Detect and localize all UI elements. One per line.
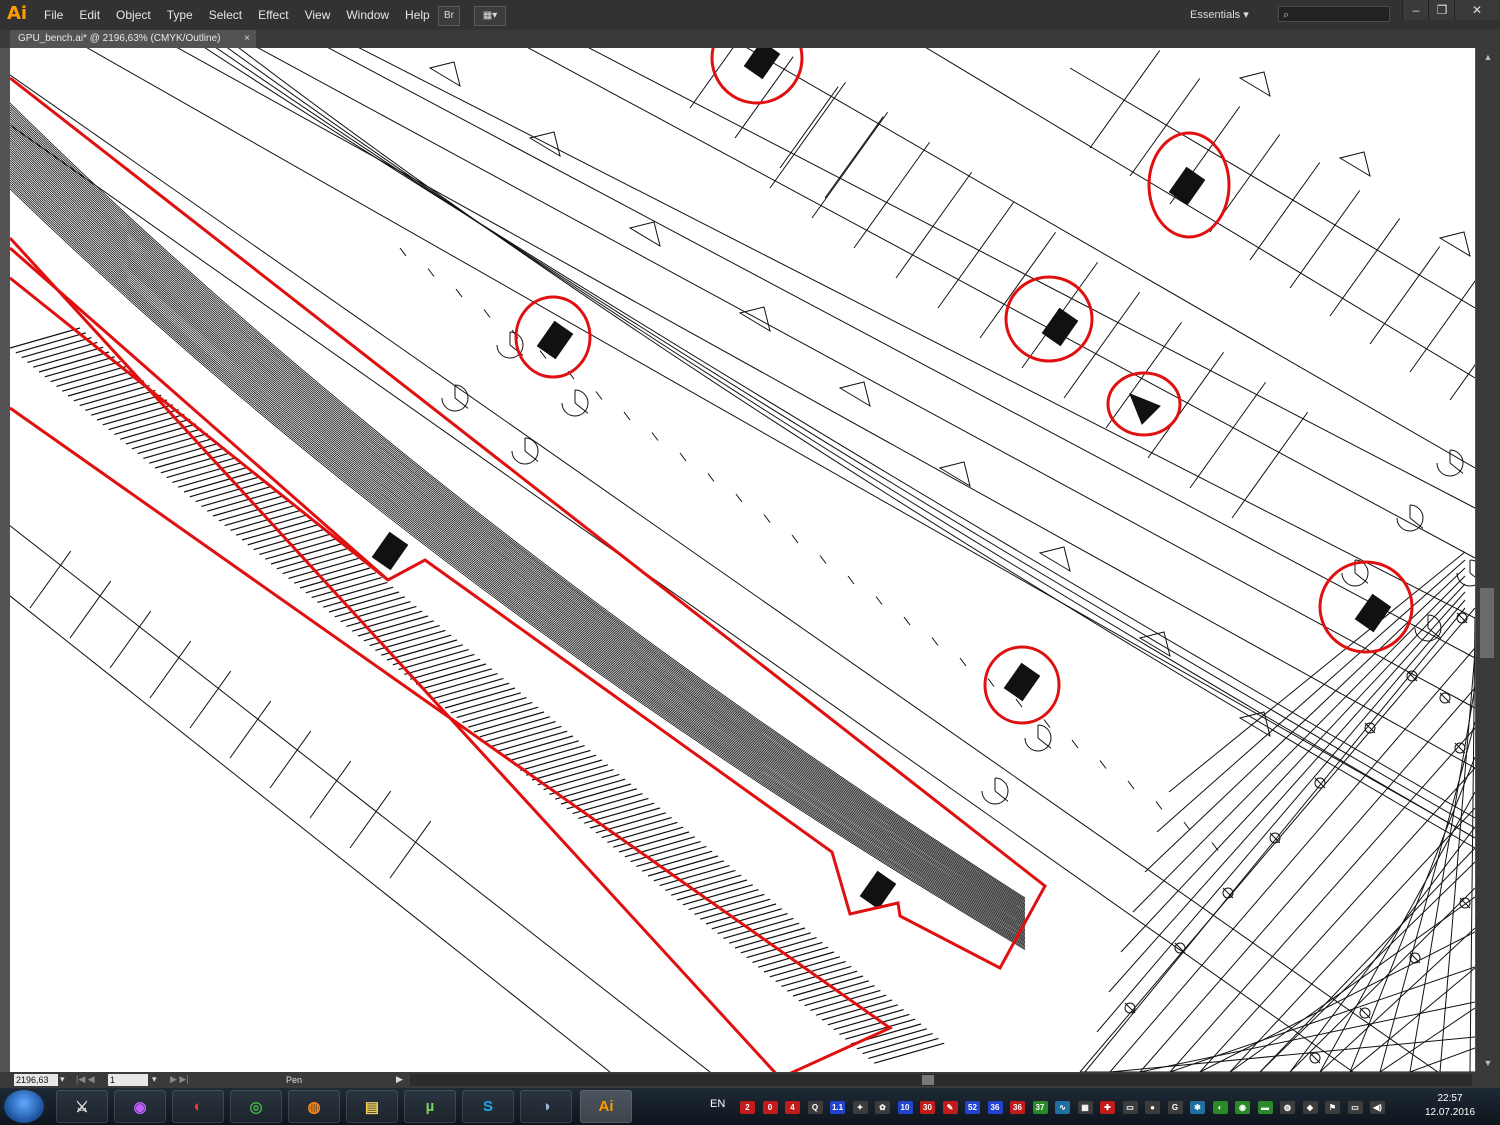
tray-icon[interactable]: 10 <box>897 1101 913 1114</box>
search-input[interactable]: ⌕ <box>1278 6 1390 22</box>
scroll-down-icon[interactable]: ▼ <box>1476 1056 1500 1070</box>
next-artboard-icon[interactable]: ▶ ▶| <box>170 1074 189 1085</box>
horizontal-scroll-thumb[interactable] <box>922 1075 934 1085</box>
start-button[interactable] <box>4 1090 44 1123</box>
menu-view[interactable]: View <box>297 0 339 30</box>
illustrator-icon[interactable]: Ai <box>580 1090 632 1123</box>
tray-icon[interactable]: ✎ <box>942 1101 958 1114</box>
tray-icon[interactable]: 2 <box>740 1101 755 1114</box>
tray-icon[interactable]: ● <box>1145 1101 1160 1114</box>
clock-time: 22:57 <box>1437 1093 1463 1104</box>
menu-select[interactable]: Select <box>201 0 250 30</box>
close-tab-icon[interactable]: × <box>244 30 250 48</box>
menu-window[interactable]: Window <box>338 0 397 30</box>
tray-icon[interactable]: ∿ <box>1055 1101 1070 1114</box>
cable-bundle <box>10 102 1026 950</box>
document-tab-bar: GPU_bench.ai* @ 2196,63% (CMYK/Outline) … <box>0 30 1500 48</box>
tray-icon[interactable]: Q <box>807 1101 823 1114</box>
outline-artwork <box>10 48 1475 1072</box>
tray-icon[interactable]: ◆ <box>1302 1101 1318 1114</box>
close-window-button[interactable]: ✕ <box>1454 0 1499 20</box>
tray-icon[interactable]: ◐ <box>1212 1101 1228 1114</box>
vertical-scroll-thumb[interactable] <box>1480 588 1494 658</box>
first-artboard-icon[interactable]: |◀ ◀ <box>76 1074 95 1085</box>
browser-red-icon[interactable]: ◐ <box>172 1090 224 1123</box>
tray-icon[interactable]: 4 <box>785 1101 800 1114</box>
artboard-dropdown-icon[interactable]: ▾ <box>152 1074 157 1085</box>
windows-taskbar: ⚔ ◉ ◐ ◎ ◍ ▤ µ S ◑ Ai EN 2 0 4 Q 1.1 ✦ ✿ 10 30 ✎ 52 36 36 37 ∿ ▦ ✚… <box>0 1088 1500 1125</box>
lattice-structure <box>1079 551 1475 1072</box>
tray-icon[interactable]: 36 <box>987 1101 1003 1114</box>
horizontal-scrollbar[interactable] <box>410 1074 1472 1086</box>
scroll-up-icon[interactable]: ▲ <box>1476 50 1500 64</box>
swirl-icon[interactable]: ◉ <box>114 1090 166 1123</box>
outline-lines <box>10 48 1475 1072</box>
menu-object[interactable]: Object <box>108 0 159 30</box>
language-indicator[interactable]: EN <box>710 1098 725 1110</box>
artboard-canvas[interactable] <box>10 48 1475 1072</box>
vertical-scrollbar[interactable]: ▲ ▼ <box>1476 48 1500 1072</box>
tray-icon[interactable]: ✿ <box>875 1101 890 1114</box>
bridge-button[interactable]: Br <box>438 6 460 26</box>
status-bar: 2196,63 ▾ |◀ ◀ 1 ▾ ▶ ▶| Pen ▶ <box>0 1072 1500 1088</box>
utorrent-icon[interactable]: µ <box>404 1090 456 1123</box>
tray-icon[interactable]: ✱ <box>1190 1101 1205 1114</box>
clock-date: 12.07.2016 <box>1424 1107 1476 1118</box>
menu-help[interactable]: Help <box>397 0 438 30</box>
document-tab-title: GPU_bench.ai* @ 2196,63% (CMYK/Outline) <box>18 33 221 44</box>
chrome-icon[interactable]: ◎ <box>230 1090 282 1123</box>
tray-icon[interactable]: ◉ <box>1235 1101 1250 1114</box>
tray-icon[interactable]: ▭ <box>1122 1101 1138 1114</box>
workspace-switcher[interactable]: Essentials ▾ <box>1190 0 1249 30</box>
artboard-number-field[interactable]: 1 <box>108 1074 148 1086</box>
zoom-field[interactable]: 2196,63 <box>14 1074 58 1086</box>
tray-icon[interactable]: ◀) <box>1370 1101 1385 1114</box>
tray-icon[interactable]: ⚑ <box>1325 1101 1340 1114</box>
restore-button[interactable]: ❐ <box>1428 0 1455 20</box>
tray-icon[interactable]: ◍ <box>1280 1101 1295 1114</box>
tray-icon[interactable]: 30 <box>920 1101 935 1114</box>
minimize-button[interactable]: – <box>1402 0 1429 20</box>
explorer-icon[interactable]: ▤ <box>346 1090 398 1123</box>
menu-file[interactable]: File <box>36 0 71 30</box>
app-logo: Ai <box>6 3 28 24</box>
tray-icon[interactable]: G <box>1167 1101 1183 1114</box>
menu-edit[interactable]: Edit <box>71 0 108 30</box>
tray-icon[interactable]: 1.1 <box>830 1101 845 1114</box>
skype-icon[interactable]: S <box>462 1090 514 1123</box>
tray-icon[interactable]: ✚ <box>1100 1101 1115 1114</box>
zoom-dropdown-icon[interactable]: ▾ <box>60 1074 65 1085</box>
tray-icon[interactable]: ▭ <box>1347 1101 1363 1114</box>
tray-icon[interactable]: 0 <box>762 1101 778 1114</box>
tray-icon[interactable]: ✦ <box>852 1101 868 1114</box>
firefox-icon[interactable]: ◍ <box>288 1090 340 1123</box>
menu-effect[interactable]: Effect <box>250 0 296 30</box>
tray-icon[interactable]: ▬ <box>1257 1101 1273 1114</box>
status-menu-icon[interactable]: ▶ <box>396 1074 403 1085</box>
skyrim-icon[interactable]: ⚔ <box>56 1090 108 1123</box>
media-icon[interactable]: ◑ <box>520 1090 572 1123</box>
menu-list: File Edit Object Type Select Effect View Window… <box>36 0 438 30</box>
clock[interactable]: 22:57 12.07.2016 <box>1418 1092 1482 1120</box>
document-tab[interactable]: GPU_bench.ai* @ 2196,63% (CMYK/Outline) … <box>10 30 256 48</box>
menu-bar: Ai File Edit Object Type Select Effect View Win… <box>0 0 1500 30</box>
stair-hatching <box>10 327 945 1064</box>
menu-type[interactable]: Type <box>159 0 201 30</box>
current-tool-status: Pen <box>286 1075 303 1085</box>
arrange-documents-button[interactable]: ▦▾ <box>474 6 506 26</box>
tray-icon[interactable]: 36 <box>1010 1101 1025 1114</box>
tray-icon[interactable]: 37 <box>1032 1101 1048 1114</box>
tray-icon[interactable]: ▦ <box>1077 1101 1093 1114</box>
tray-icon[interactable]: 52 <box>965 1101 980 1114</box>
